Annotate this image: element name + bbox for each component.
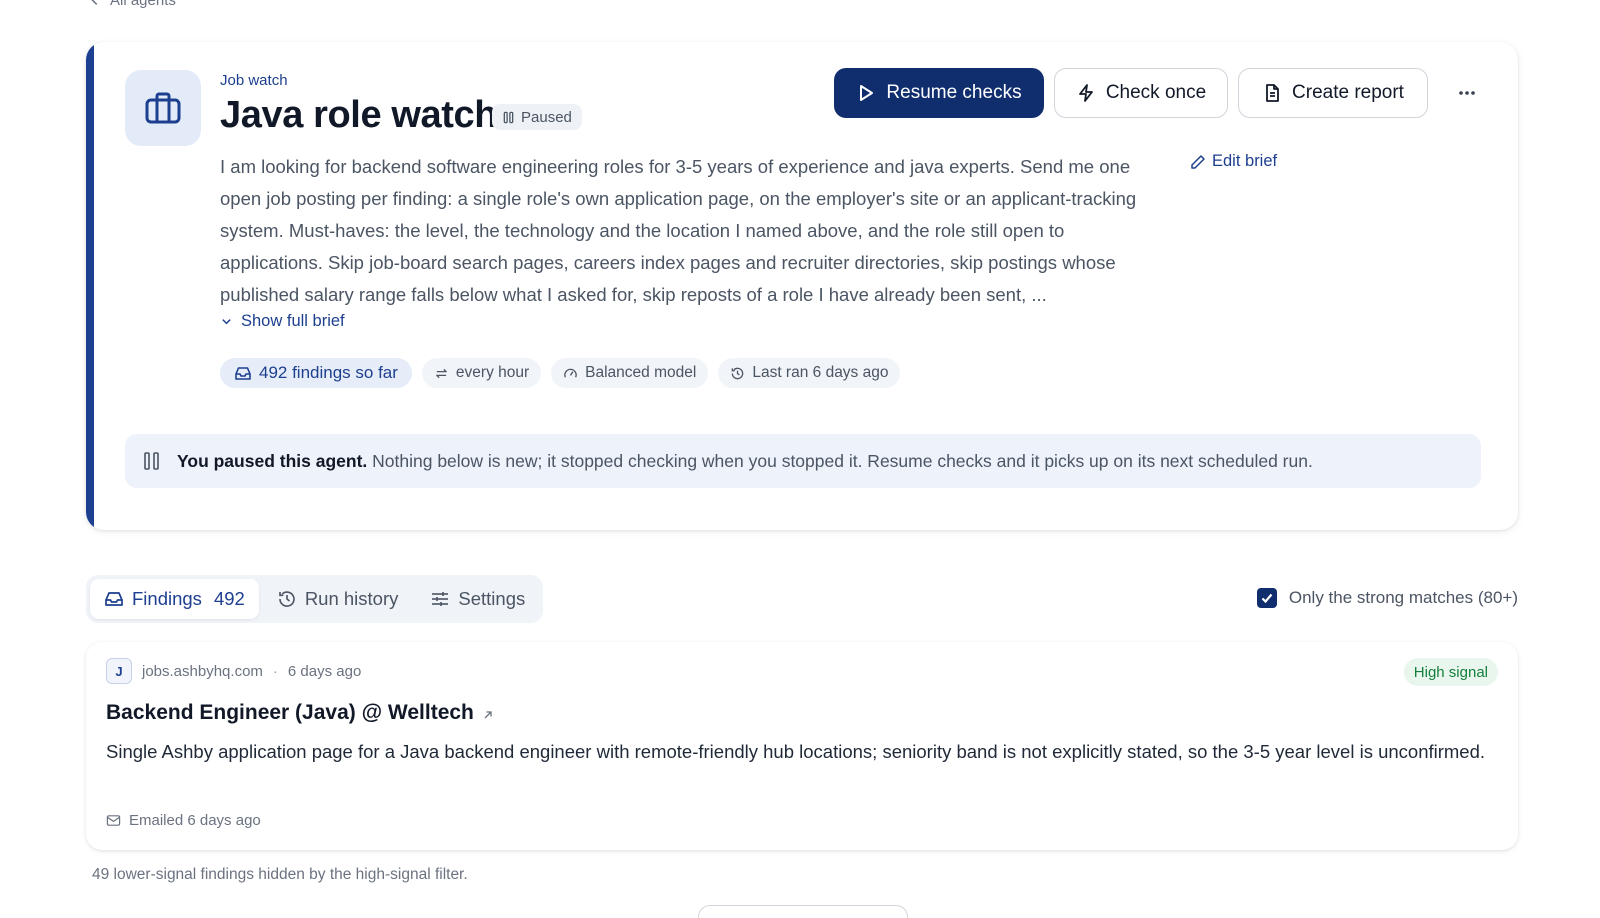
lightning-icon: [1078, 84, 1093, 102]
show-full-brief-label: Show full brief: [241, 312, 345, 330]
check-once-label: Check once: [1105, 82, 1207, 103]
gauge-icon: [564, 368, 577, 378]
create-report-button[interactable]: Create report: [1238, 68, 1428, 118]
finding-source-row: J jobs.ashbyhq.com · 6 days ago: [106, 658, 361, 684]
source-avatar: J: [106, 658, 132, 684]
findings-count-label: 492 findings so far: [259, 363, 398, 382]
schedule-chip: every hour: [421, 358, 542, 388]
paused-notice-banner: You paused this agent. Nothing below is …: [125, 434, 1481, 488]
pause-icon: [503, 111, 514, 123]
history-icon: [279, 591, 295, 607]
back-link-label: All agents: [110, 0, 176, 9]
emailed-label: Emailed 6 days ago: [129, 812, 261, 829]
mail-icon: [106, 815, 121, 826]
more-horizontal-icon: [1459, 91, 1475, 95]
paused-notice-text: You paused this agent. Nothing below is …: [177, 451, 1313, 472]
paused-notice-detail: Nothing below is new; it stopped checkin…: [372, 450, 1313, 471]
tab-findings-label: Findings: [132, 588, 202, 609]
edit-brief-label: Edit brief: [1212, 152, 1278, 170]
play-icon: [860, 85, 874, 101]
show-full-brief-toggle[interactable]: Show full brief: [220, 312, 345, 331]
last-ran-chip: Last ran 6 days ago: [718, 358, 901, 388]
findings-tabs: Findings 492 Run history Settings: [86, 575, 544, 623]
pencil-icon: [1191, 154, 1205, 169]
history-icon: [732, 367, 744, 379]
sliders-icon: [432, 592, 449, 606]
status-badge: Paused: [492, 104, 582, 130]
check-icon: [1261, 593, 1273, 604]
chevron-down-icon: [222, 319, 231, 325]
findings-count-chip[interactable]: 492 findings so far: [220, 358, 412, 388]
last-ran-label: Last ran 6 days ago: [752, 364, 889, 381]
pause-icon: [144, 452, 159, 470]
finding-title-link[interactable]: Backend Engineer (Java) @ Welltech: [106, 701, 494, 725]
document-icon: [1266, 84, 1279, 102]
model-label: Balanced model: [585, 364, 697, 381]
briefcase-icon: [145, 92, 181, 124]
tab-run-history-label: Run history: [304, 588, 399, 609]
tab-findings-count: 492: [213, 588, 245, 609]
card-accent-bar: [86, 42, 94, 530]
hidden-findings-note: 49 lower-signal findings hidden by the h…: [92, 866, 468, 883]
back-to-agents-link[interactable]: All agents: [88, 0, 176, 10]
repeat-icon: [436, 368, 447, 378]
external-link-icon: [484, 711, 492, 719]
check-once-button[interactable]: Check once: [1054, 68, 1228, 118]
schedule-label: every hour: [455, 364, 530, 381]
agent-meta-chips: 492 findings so far every hour Balanced …: [220, 358, 901, 388]
model-chip: Balanced model: [551, 358, 709, 388]
signal-badge: High signal: [1403, 658, 1498, 686]
agent-title: Java role watch: [220, 94, 498, 136]
separator-dot: ·: [272, 662, 278, 680]
agent-avatar: [125, 70, 201, 146]
status-label: Paused: [521, 108, 572, 126]
inbox-icon: [235, 367, 251, 380]
finding-source: jobs.ashbyhq.com: [142, 662, 263, 680]
paused-notice-bold: You paused this agent.: [177, 450, 368, 471]
tab-settings-label: Settings: [458, 588, 526, 609]
resume-checks-button[interactable]: Resume checks: [834, 68, 1044, 118]
finding-title: Backend Engineer (Java) @ Welltech: [106, 701, 474, 724]
load-more-button[interactable]: [698, 905, 908, 918]
edit-brief-link[interactable]: Edit brief: [1190, 152, 1277, 171]
agent-brief: I am looking for backend software engine…: [220, 156, 1137, 305]
agent-header-card: Job watch Java role watch Paused Resume …: [86, 42, 1518, 530]
resume-checks-label: Resume checks: [886, 82, 1022, 103]
more-options-button[interactable]: [1444, 70, 1490, 116]
finding-time: 6 days ago: [287, 662, 362, 680]
agent-actions: Resume checks Check once Create report: [834, 68, 1490, 118]
create-report-label: Create report: [1292, 82, 1404, 103]
agent-kind-label: Job watch: [220, 72, 288, 89]
chevron-left-icon: [91, 0, 98, 5]
strong-matches-filter[interactable]: Only the strong matches (80+): [1256, 588, 1518, 608]
tab-settings[interactable]: Settings: [416, 579, 539, 619]
strong-matches-checkbox[interactable]: [1256, 588, 1277, 608]
finding-card[interactable]: J jobs.ashbyhq.com · 6 days ago High sig…: [86, 642, 1518, 850]
strong-matches-label: Only the strong matches (80+): [1288, 588, 1518, 607]
emailed-status: Emailed 6 days ago: [106, 812, 261, 829]
finding-description: Single Ashby application page for a Java…: [106, 741, 1486, 762]
tab-run-history[interactable]: Run history: [263, 579, 413, 619]
tab-findings[interactable]: Findings 492: [90, 579, 259, 619]
inbox-icon: [105, 592, 123, 606]
